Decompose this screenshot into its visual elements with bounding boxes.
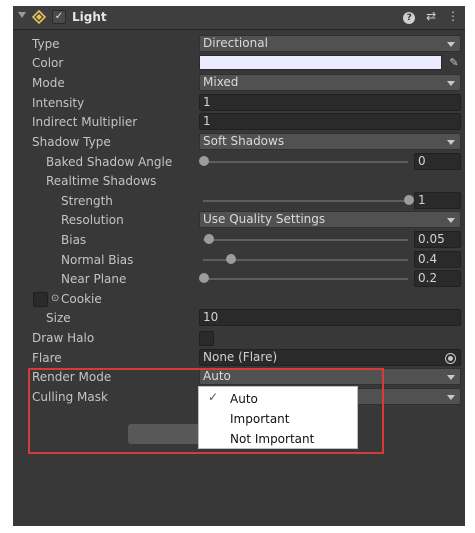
component-enabled-checkbox[interactable]: ✓: [52, 10, 66, 24]
normal-bias-label: Normal Bias: [61, 253, 134, 267]
chevron-down-icon: [447, 81, 455, 86]
mode-value: Mixed: [203, 75, 239, 89]
type-label: Type: [32, 37, 60, 51]
resolution-row: Resolution Use Quality Settings: [13, 211, 465, 230]
type-value: Directional: [203, 36, 268, 50]
realtime-shadows-label: Realtime Shadows: [46, 174, 157, 188]
flare-row: Flare None (Flare): [13, 349, 465, 368]
near-plane-track[interactable]: [203, 278, 408, 280]
normal-bias-row: Normal Bias 0.4: [13, 251, 465, 270]
size-field[interactable]: 10: [199, 309, 461, 326]
strength-field[interactable]: 1: [414, 192, 461, 209]
size-row: Size 10: [13, 309, 465, 328]
near-plane-label: Near Plane: [61, 272, 127, 286]
color-label: Color: [32, 56, 64, 70]
mode-dropdown[interactable]: Mixed: [199, 74, 461, 91]
type-dropdown[interactable]: Directional: [199, 35, 461, 52]
near-plane-knob[interactable]: [199, 273, 209, 283]
strength-row: Strength 1: [13, 192, 465, 211]
help-icon[interactable]: ?: [403, 12, 416, 24]
draw-halo-checkbox[interactable]: [199, 331, 214, 346]
near-plane-field[interactable]: 0.2: [414, 270, 461, 287]
eyedropper-icon[interactable]: ✎: [446, 54, 462, 71]
foldout-arrow-icon[interactable]: [18, 12, 26, 18]
chevron-down-icon: [447, 42, 455, 47]
flare-field[interactable]: None (Flare): [199, 349, 461, 366]
baked-shadow-angle-label: Baked Shadow Angle: [46, 155, 173, 169]
intensity-label: Intensity: [32, 96, 85, 110]
presets-icon[interactable]: ⇄: [426, 9, 436, 23]
flare-label: Flare: [32, 351, 62, 365]
resolution-dropdown[interactable]: Use Quality Settings: [199, 211, 461, 228]
intensity-row: Intensity 1: [13, 94, 465, 113]
mode-row: Mode Mixed: [13, 74, 465, 93]
baked-shadow-angle-knob[interactable]: [199, 156, 209, 166]
color-swatch[interactable]: [199, 55, 442, 70]
shadow-type-row: Shadow Type Soft Shadows: [13, 133, 465, 152]
component-header[interactable]: ✓ Light ? ⇄ ⋮: [13, 6, 465, 30]
header-icons: ? ⇄ ⋮: [396, 9, 459, 24]
near-plane-row: Near Plane 0.2: [13, 270, 465, 289]
flare-value: None (Flare): [203, 350, 278, 364]
resolution-label: Resolution: [61, 213, 124, 227]
cookie-label: Cookie: [61, 292, 102, 306]
shadow-type-label: Shadow Type: [32, 135, 111, 149]
draw-halo-row: Draw Halo: [13, 329, 465, 348]
baked-shadow-angle-track[interactable]: [203, 161, 408, 163]
object-picker-icon[interactable]: [445, 353, 456, 364]
indirect-multiplier-label: Indirect Multiplier: [32, 115, 138, 129]
indirect-multiplier-row: Indirect Multiplier 1: [13, 113, 465, 132]
bias-field[interactable]: 0.05: [414, 231, 461, 248]
resolution-value: Use Quality Settings: [203, 212, 326, 226]
light-icon: [31, 9, 47, 25]
baked-shadow-angle-field[interactable]: 0: [414, 153, 461, 170]
type-row: Type Directional: [13, 35, 465, 54]
context-menu-icon[interactable]: ⋮: [447, 9, 459, 23]
target-icon: ⊙: [51, 293, 60, 304]
bias-label: Bias: [61, 233, 87, 247]
cookie-row: ⊙ Cookie: [13, 290, 465, 309]
bias-row: Bias 0.05: [13, 231, 465, 250]
draw-halo-label: Draw Halo: [32, 331, 95, 345]
component-title: Light: [72, 10, 107, 24]
mode-label: Mode: [32, 76, 65, 90]
size-label: Size: [46, 311, 71, 325]
chevron-down-icon: [447, 140, 455, 145]
color-row: Color ✎: [13, 54, 465, 73]
shadow-type-dropdown[interactable]: Soft Shadows: [199, 133, 461, 150]
indirect-multiplier-field[interactable]: 1: [199, 113, 461, 130]
strength-track[interactable]: [203, 200, 408, 202]
normal-bias-field[interactable]: 0.4: [414, 251, 461, 268]
chevron-down-icon: [447, 375, 455, 380]
shadow-type-value: Soft Shadows: [203, 134, 285, 148]
strength-label: Strength: [61, 194, 113, 208]
realtime-shadows-row: Realtime Shadows: [13, 172, 465, 191]
strength-knob[interactable]: [404, 195, 414, 205]
bias-track[interactable]: [203, 239, 408, 241]
highlight-annotation: [28, 368, 384, 454]
cookie-foldout[interactable]: [33, 292, 48, 307]
intensity-field[interactable]: 1: [199, 94, 461, 111]
normal-bias-knob[interactable]: [225, 254, 236, 264]
chevron-down-icon: [447, 395, 455, 400]
chevron-down-icon: [447, 218, 455, 223]
bias-knob[interactable]: [204, 234, 215, 244]
baked-shadow-angle-row: Baked Shadow Angle 0: [13, 153, 465, 172]
